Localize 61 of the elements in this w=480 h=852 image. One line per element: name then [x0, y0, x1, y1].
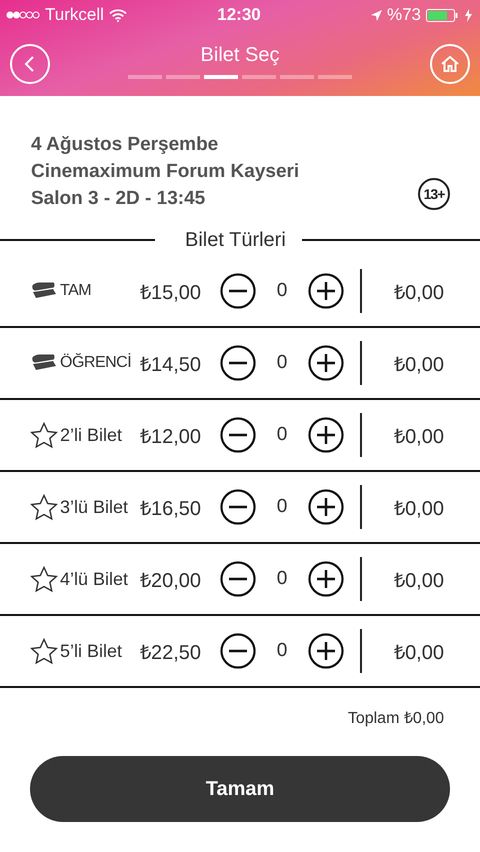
- row-total: ₺0,00: [393, 424, 445, 448]
- star-icon: [30, 566, 58, 592]
- page-title: Bilet Seç: [200, 44, 280, 67]
- plus-button[interactable]: [308, 489, 344, 525]
- ticket-count: 0: [276, 640, 288, 662]
- signal-icon: [6, 11, 40, 19]
- ticket-count: 0: [276, 280, 288, 302]
- minus-button[interactable]: [220, 273, 256, 309]
- ticket-price: ₺16,50: [140, 496, 202, 520]
- row-total: ₺0,00: [393, 496, 445, 520]
- star-icon: [30, 638, 58, 664]
- ticket-count: 0: [276, 496, 288, 518]
- plus-button[interactable]: [308, 633, 344, 669]
- ticket-type: 4’lü Bilet: [60, 568, 130, 590]
- ticket-type: 5’li Bilet: [60, 640, 124, 662]
- session-info: Salon 3 - 2D - 13:45: [31, 188, 206, 210]
- session-info: Cinemaximum Forum Kayseri: [31, 161, 300, 183]
- minus-button[interactable]: [220, 345, 256, 381]
- ticket-type: TAM: [60, 282, 92, 300]
- tickets-icon: [30, 353, 58, 373]
- carrier-name: Turkcell: [45, 5, 104, 25]
- row-total: ₺0,00: [393, 352, 445, 376]
- ticket-price: ₺22,50: [140, 640, 202, 664]
- plus-button[interactable]: [308, 273, 344, 309]
- ticket-type: 2’li Bilet: [60, 424, 124, 446]
- total-amount: Toplam ₺0,00: [348, 709, 444, 728]
- plus-button[interactable]: [308, 345, 344, 381]
- back-button[interactable]: [10, 44, 50, 84]
- plus-button[interactable]: [308, 561, 344, 597]
- wifi-icon: [108, 8, 127, 22]
- row-total: ₺0,00: [393, 568, 445, 592]
- plus-button[interactable]: [308, 417, 344, 453]
- ticket-count: 0: [276, 568, 288, 590]
- star-icon: [30, 422, 58, 448]
- confirm-button[interactable]: Tamam: [30, 756, 450, 822]
- ticket-price: ₺12,00: [140, 424, 202, 448]
- ticket-price: ₺15,00: [140, 280, 202, 304]
- minus-button[interactable]: [220, 417, 256, 453]
- battery-percent: %73: [386, 5, 421, 25]
- age-rating-badge: 13+: [418, 178, 450, 210]
- minus-button[interactable]: [220, 489, 256, 525]
- location-arrow-icon: [370, 10, 382, 20]
- minus-button[interactable]: [220, 561, 256, 597]
- section-title: Bilet Türleri: [184, 228, 287, 252]
- ticket-type: 3’lü Bilet: [60, 496, 130, 518]
- ticket-price: ₺14,50: [140, 352, 202, 376]
- session-info: 4 Ağustos Perşembe: [31, 134, 220, 156]
- ticket-count: 0: [276, 424, 288, 446]
- ticket-type: ÖĞRENCİ: [60, 354, 132, 372]
- home-icon: [440, 54, 460, 74]
- home-button[interactable]: [430, 44, 470, 84]
- ticket-price: ₺20,00: [140, 568, 202, 592]
- minus-button[interactable]: [220, 633, 256, 669]
- row-total: ₺0,00: [393, 280, 445, 304]
- battery-icon: [426, 8, 460, 22]
- tickets-icon: [30, 281, 58, 301]
- ticket-count: 0: [276, 352, 288, 374]
- row-total: ₺0,00: [393, 640, 445, 664]
- charging-icon: [464, 8, 472, 22]
- clock-time: 12:30: [217, 5, 261, 25]
- star-icon: [30, 494, 58, 520]
